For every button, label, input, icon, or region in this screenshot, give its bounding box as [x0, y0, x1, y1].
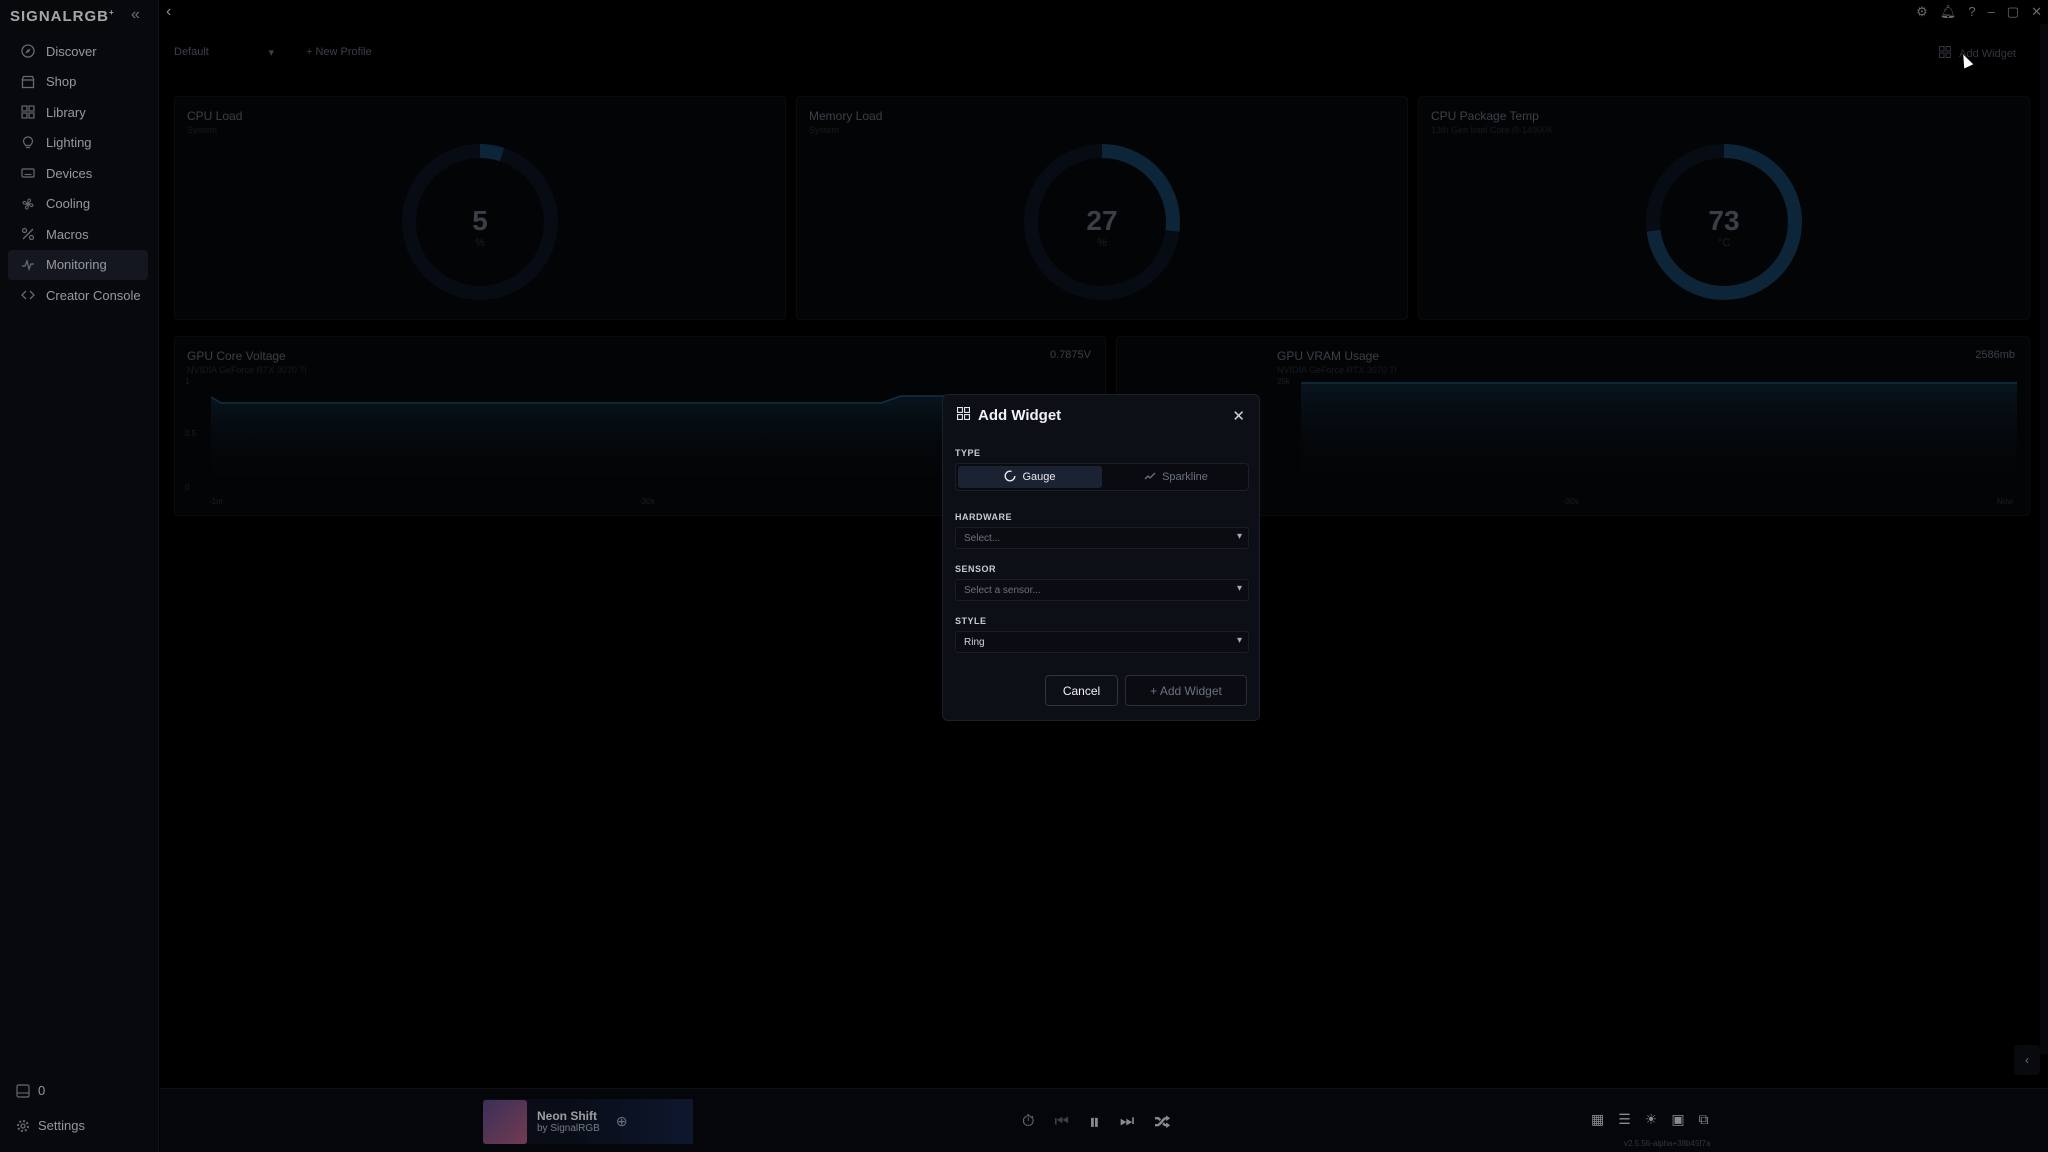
signalrgb-app: SIGNALRGB+ « Discover Shop Library Light… — [0, 0, 2048, 1152]
style-select[interactable]: Ring ▾ — [955, 631, 1249, 653]
close-icon[interactable]: ✕ — [1232, 407, 1245, 425]
gauge-icon — [1004, 469, 1016, 485]
cancel-button[interactable]: Cancel — [1045, 675, 1118, 706]
chevron-down-icon: ▾ — [1236, 583, 1242, 594]
type-gauge-button[interactable]: Gauge — [958, 466, 1102, 488]
dialog-title: Add Widget — [957, 407, 1061, 424]
hardware-select[interactable]: Select... ▾ — [955, 527, 1249, 549]
type-label: TYPE — [955, 448, 981, 458]
chevron-down-icon: ▾ — [1236, 635, 1242, 646]
sensor-select[interactable]: Select a sensor... ▾ — [955, 579, 1249, 601]
widget-type-toggle: Gauge Sparkline — [955, 463, 1249, 491]
add-widget-button[interactable]: + Add Widget — [1125, 675, 1247, 706]
hardware-label: HARDWARE — [955, 512, 1012, 522]
add-widget-dialog: Add Widget ✕ TYPE Gauge Sparkline HARDWA… — [942, 394, 1260, 721]
style-label: STYLE — [955, 616, 987, 626]
sensor-label: SENSOR — [955, 564, 997, 574]
type-sparkline-button[interactable]: Sparkline — [1104, 464, 1248, 490]
chevron-down-icon: ▾ — [1236, 531, 1242, 542]
sparkline-icon — [1144, 470, 1156, 485]
widgets-icon — [957, 407, 970, 424]
